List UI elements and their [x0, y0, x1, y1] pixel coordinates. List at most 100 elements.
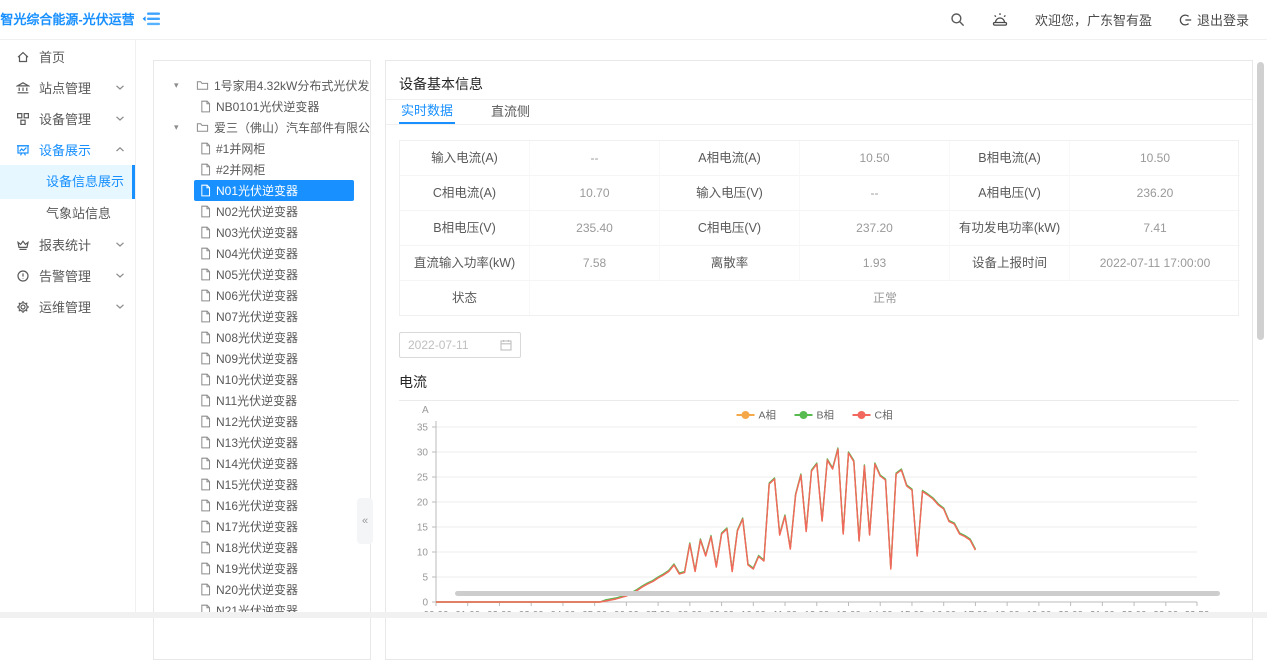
- document-icon: [200, 436, 211, 449]
- tree-item[interactable]: N16光伏逆变器: [154, 495, 370, 516]
- tree-item[interactable]: N02光伏逆变器: [154, 201, 370, 222]
- tree-item-label: N07光伏逆变器: [216, 308, 298, 325]
- tree-item-label: N15光伏逆变器: [216, 476, 298, 493]
- document-icon: [200, 562, 211, 575]
- sidebar-subitem-device-info-display[interactable]: 设备信息展示: [0, 165, 135, 199]
- device-info-panel: 设备基本信息 实时数据 直流侧 输入电流(A)--A相电流(A)10.50B相电…: [385, 60, 1253, 660]
- sidebar-item-home[interactable]: 首页: [0, 41, 135, 72]
- caret-down-icon[interactable]: ▾: [174, 122, 190, 133]
- date-picker[interactable]: 2022-07-11: [399, 332, 521, 358]
- tree-item-label: N14光伏逆变器: [216, 455, 298, 472]
- tree-item[interactable]: #1并网柜: [154, 138, 370, 159]
- top-header: 智光综合能源-光伏运营 欢迎您，广东智有盈: [0, 0, 1267, 40]
- alarm-icon[interactable]: [991, 11, 1009, 28]
- tree-item-label: N20光伏逆变器: [216, 581, 298, 598]
- logout-button[interactable]: 退出登录: [1178, 10, 1249, 29]
- tree-item[interactable]: N13光伏逆变器: [154, 432, 370, 453]
- table-value-cell: 7.41: [1070, 211, 1240, 246]
- tree-item-label: N01光伏逆变器: [216, 182, 298, 199]
- table-value-cell: 2022-07-11 17:00:00: [1070, 246, 1240, 281]
- document-icon: [200, 394, 211, 407]
- welcome-text: 欢迎您，广东智有盈: [1035, 10, 1152, 29]
- tree-item[interactable]: N08光伏逆变器: [154, 327, 370, 348]
- document-icon: [200, 163, 211, 176]
- legend-item-A相[interactable]: A相: [737, 409, 777, 422]
- tree-item[interactable]: N10光伏逆变器: [154, 369, 370, 390]
- table-label-cell: 有功发电功率(kW): [950, 211, 1070, 246]
- document-icon: [200, 352, 211, 365]
- search-icon[interactable]: [950, 12, 965, 27]
- sidebar-item-device-display[interactable]: 设备展示: [0, 134, 135, 165]
- tree-item[interactable]: N15光伏逆变器: [154, 474, 370, 495]
- svg-text:25: 25: [417, 473, 429, 484]
- tree-item[interactable]: N14光伏逆变器: [154, 453, 370, 474]
- document-icon: [200, 289, 211, 302]
- tree-item[interactable]: N17光伏逆变器: [154, 516, 370, 537]
- tree-item[interactable]: N04光伏逆变器: [154, 243, 370, 264]
- tree-item-label: N08光伏逆变器: [216, 329, 298, 346]
- tree-item[interactable]: N11光伏逆变器: [154, 390, 370, 411]
- tree-item[interactable]: ▾爱三（佛山）汽车部件有限公司光伏发: [154, 117, 370, 138]
- panel-title: 设备基本信息: [386, 61, 1252, 100]
- menu-fold-icon[interactable]: [142, 10, 162, 28]
- tree-item[interactable]: N05光伏逆变器: [154, 264, 370, 285]
- table-value-cell: 236.20: [1070, 176, 1240, 211]
- table-value-cell: 1.93: [800, 246, 950, 281]
- table-label-cell: 直流输入功率(kW): [400, 246, 530, 281]
- table-value-cell: 237.20: [800, 211, 950, 246]
- tree-item[interactable]: ▾1号家用4.32kW分布式光伏发电站: [154, 75, 370, 96]
- table-value-cell: --: [530, 141, 660, 176]
- tab-realtime-data[interactable]: 实时数据: [399, 100, 455, 124]
- series-B相: [436, 448, 975, 602]
- caret-down-icon[interactable]: ▾: [174, 80, 190, 91]
- device-info-table: 输入电流(A)--A相电流(A)10.50B相电流(A)10.50C相电流(A)…: [399, 140, 1239, 316]
- bank-icon: [16, 81, 30, 95]
- tree-item[interactable]: N19光伏逆变器: [154, 558, 370, 579]
- document-icon: [200, 247, 211, 260]
- sidebar-item-device-mgmt[interactable]: 设备管理: [0, 103, 135, 134]
- document-icon: [200, 205, 211, 218]
- sidebar-item-alarm-mgmt[interactable]: 告警管理: [0, 260, 135, 291]
- tree-item[interactable]: N01光伏逆变器: [154, 180, 370, 201]
- tree-collapse-handle[interactable]: «: [357, 498, 373, 544]
- svg-text:B相: B相: [817, 409, 835, 422]
- document-icon: [200, 100, 211, 113]
- sidebar-item-station-mgmt[interactable]: 站点管理: [0, 72, 135, 103]
- tree-item[interactable]: N07光伏逆变器: [154, 306, 370, 327]
- document-icon: [200, 226, 211, 239]
- document-icon: [200, 499, 211, 512]
- tree-item[interactable]: N09光伏逆变器: [154, 348, 370, 369]
- current-chart-wrap: 05101520253035A00:0001:0002:0003:0004:00…: [399, 403, 1252, 632]
- series-C相: [436, 449, 975, 602]
- table-label-cell: 输入电流(A): [400, 141, 530, 176]
- tree-item[interactable]: N12光伏逆变器: [154, 411, 370, 432]
- table-label-cell: C相电压(V): [660, 211, 800, 246]
- tree-item[interactable]: N03光伏逆变器: [154, 222, 370, 243]
- table-value-cell: 10.70: [530, 176, 660, 211]
- horizontal-scrollbar[interactable]: [455, 591, 1220, 596]
- tree-item[interactable]: N20光伏逆变器: [154, 579, 370, 600]
- tree-item-label: N04光伏逆变器: [216, 245, 298, 262]
- tree-item-label: #2并网柜: [216, 161, 265, 178]
- chevron-down-icon: [115, 115, 125, 122]
- sidebar-item-ops-mgmt[interactable]: 运维管理: [0, 291, 135, 322]
- svg-text:20: 20: [417, 498, 429, 509]
- folder-icon: [196, 121, 209, 134]
- tree-item[interactable]: N06光伏逆变器: [154, 285, 370, 306]
- tab-dc-side[interactable]: 直流侧: [489, 101, 532, 123]
- tree-item[interactable]: N18光伏逆变器: [154, 537, 370, 558]
- legend-item-C相[interactable]: C相: [853, 409, 893, 422]
- tree-item[interactable]: NB0101光伏逆变器: [154, 96, 370, 117]
- vertical-scrollbar[interactable]: [1257, 62, 1264, 340]
- chevron-down-icon: [115, 303, 125, 310]
- svg-text:10: 10: [417, 548, 429, 559]
- document-icon: [200, 541, 211, 554]
- sidebar-item-report-stats[interactable]: 报表统计: [0, 229, 135, 260]
- chevron-down-icon: [115, 272, 125, 279]
- table-value-cell: 7.58: [530, 246, 660, 281]
- gear-icon: [16, 300, 30, 314]
- tree-item-label: N09光伏逆变器: [216, 350, 298, 367]
- legend-item-B相[interactable]: B相: [795, 409, 835, 422]
- tree-item[interactable]: #2并网柜: [154, 159, 370, 180]
- sidebar-subitem-weather-station[interactable]: 气象站信息: [0, 199, 135, 229]
